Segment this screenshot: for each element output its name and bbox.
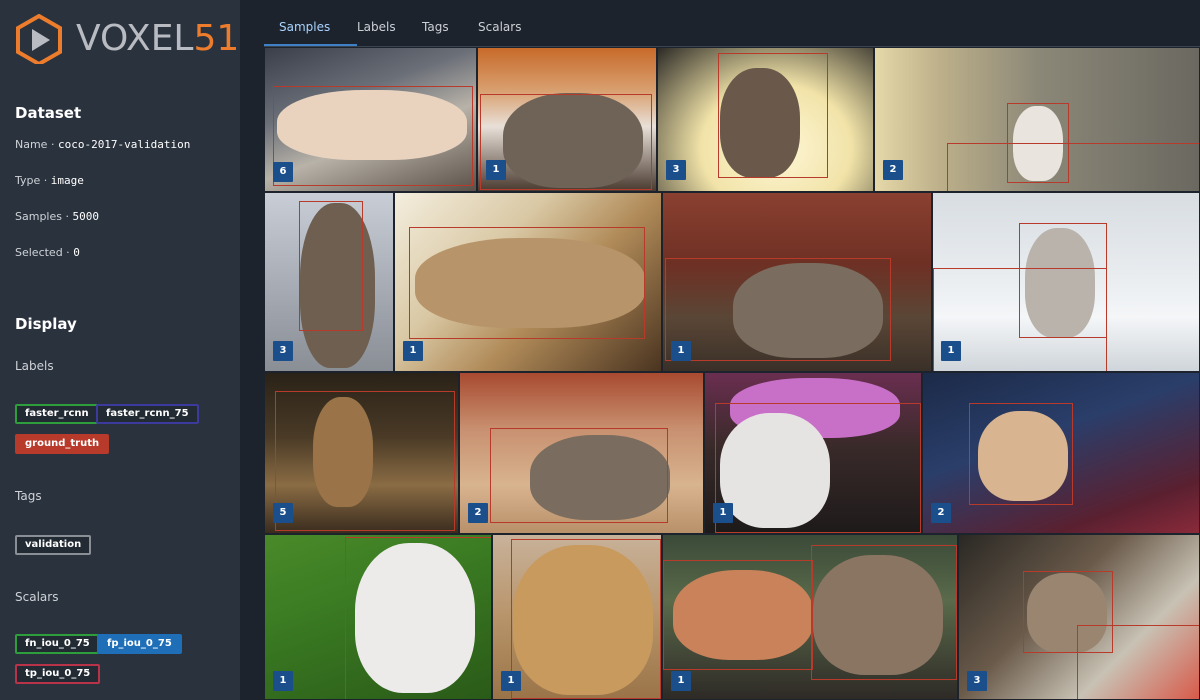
detection-box xyxy=(409,227,645,339)
detection-box xyxy=(345,537,491,699)
label-toggle-faster-rcnn[interactable]: faster_rcnn xyxy=(15,404,99,424)
detection-box xyxy=(1077,625,1199,699)
label-toggle-ground-truth[interactable]: ground_truth xyxy=(15,434,110,454)
label-count-badge: 2 xyxy=(931,503,951,523)
sample-tile[interactable]: 1 xyxy=(704,372,922,534)
detection-box xyxy=(299,201,363,331)
detection-box xyxy=(511,539,661,699)
label-count-badge: 3 xyxy=(666,160,686,180)
detection-box xyxy=(811,545,957,680)
tab-labels[interactable]: Labels xyxy=(357,20,396,34)
sample-tile[interactable]: 5 xyxy=(264,372,459,534)
detection-box xyxy=(718,53,828,178)
voxel51-play-icon xyxy=(16,14,62,64)
tab-tags[interactable]: Tags xyxy=(422,20,449,34)
sample-tile[interactable]: 1 xyxy=(492,534,662,700)
tags-title: Tags xyxy=(15,489,42,503)
label-count-badge: 3 xyxy=(273,341,293,361)
labels-title: Labels xyxy=(15,359,54,373)
dataset-type: Type · image xyxy=(15,174,84,187)
dataset-samples: Samples · 5000 xyxy=(15,210,99,223)
dataset-selected: Selected · 0 xyxy=(15,246,80,259)
sample-tile[interactable]: 2 xyxy=(922,372,1200,534)
sample-tile[interactable]: 1 xyxy=(662,534,958,700)
sample-grid: 6 1 3 2 3 1 1 1 5 2 1 2 1 1 1 3 xyxy=(264,47,1200,700)
detection-box xyxy=(665,258,891,361)
logo-text-51: 51 xyxy=(193,18,240,59)
sample-tile[interactable]: 6 xyxy=(264,47,477,192)
label-count-badge: 6 xyxy=(273,162,293,182)
sample-tile[interactable]: 2 xyxy=(459,372,704,534)
logo-text-voxel: VOXEL xyxy=(76,18,194,59)
scalar-toggle-fn-iou-0-75[interactable]: fn_iou_0_75 xyxy=(15,634,100,654)
label-count-badge: 2 xyxy=(883,160,903,180)
detection-box xyxy=(947,143,1199,191)
label-count-badge: 1 xyxy=(671,341,691,361)
scalar-toggle-fp-iou-0-75[interactable]: fp_iou_0_75 xyxy=(97,634,182,654)
voxel51-logo[interactable]: VOXEL51 xyxy=(14,14,239,64)
sample-tile[interactable]: 1 xyxy=(264,534,492,700)
scalars-title: Scalars xyxy=(15,590,59,604)
label-count-badge: 2 xyxy=(468,503,488,523)
sample-tile[interactable]: 3 xyxy=(958,534,1200,700)
label-count-badge: 1 xyxy=(713,503,733,523)
detection-box xyxy=(663,560,813,670)
detection-box xyxy=(273,86,473,186)
label-count-badge: 1 xyxy=(941,341,961,361)
label-count-badge: 1 xyxy=(671,671,691,691)
label-count-badge: 1 xyxy=(273,671,293,691)
sample-tile[interactable]: 3 xyxy=(264,192,394,372)
label-count-badge: 3 xyxy=(967,671,987,691)
sample-tile[interactable]: 2 xyxy=(874,47,1200,192)
detection-box xyxy=(969,403,1073,505)
sample-tile[interactable]: 1 xyxy=(662,192,932,372)
label-count-badge: 1 xyxy=(403,341,423,361)
display-title: Display xyxy=(15,315,77,333)
tab-scalars[interactable]: Scalars xyxy=(478,20,521,34)
label-count-badge: 1 xyxy=(486,160,506,180)
scalar-toggle-tp-iou-0-75[interactable]: tp_iou_0_75 xyxy=(15,664,101,684)
sample-tile[interactable]: 1 xyxy=(477,47,657,192)
tab-samples[interactable]: Samples xyxy=(279,20,330,34)
sample-tile[interactable]: 3 xyxy=(657,47,874,192)
label-count-badge: 1 xyxy=(501,671,521,691)
detection-box xyxy=(490,428,668,523)
sidebar: VOXEL51 Dataset Name · coco-2017-validat… xyxy=(0,0,240,700)
view-tabs: Samples Labels Tags Scalars xyxy=(264,0,1200,46)
label-count-badge: 5 xyxy=(273,503,293,523)
detection-box xyxy=(275,391,455,531)
dataset-name: Name · coco-2017-validation xyxy=(15,138,191,151)
tag-toggle-validation[interactable]: validation xyxy=(15,535,92,555)
sample-tile[interactable]: 1 xyxy=(394,192,662,372)
dataset-title: Dataset xyxy=(15,104,82,122)
label-toggle-faster-rcnn-75[interactable]: faster_rcnn_75 xyxy=(96,404,199,424)
sample-tile[interactable]: 1 xyxy=(932,192,1200,372)
detection-box xyxy=(715,403,921,533)
